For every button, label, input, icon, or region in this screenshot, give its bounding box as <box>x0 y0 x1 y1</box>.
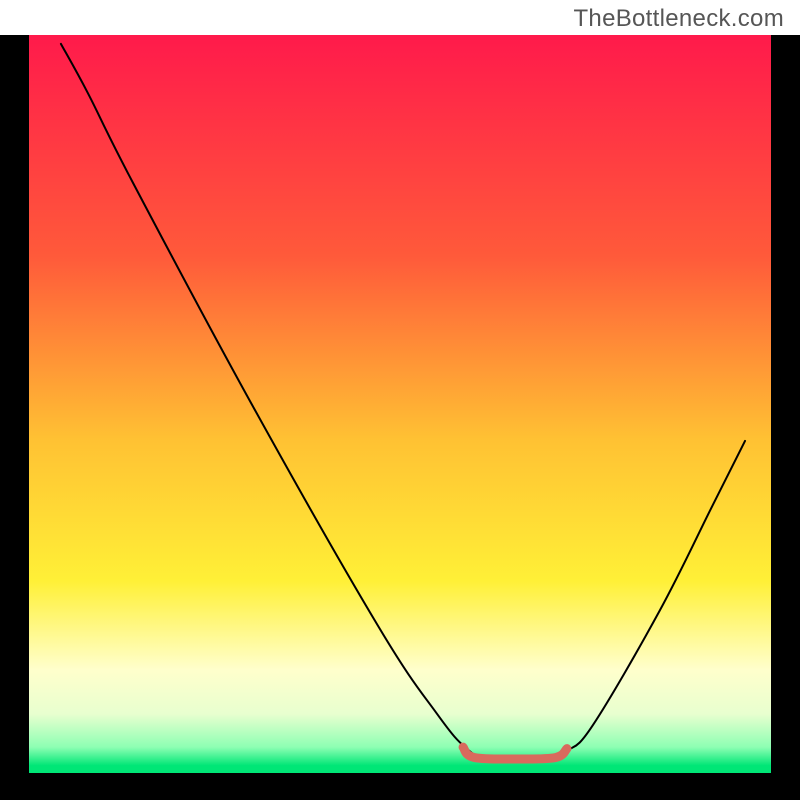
watermark-text: TheBottleneck.com <box>569 3 788 35</box>
chart-container: TheBottleneck.com <box>0 0 800 800</box>
frame-bottom <box>0 773 800 800</box>
frame-left <box>0 35 29 800</box>
bottleneck-chart <box>0 0 800 800</box>
frame-right <box>771 35 800 800</box>
